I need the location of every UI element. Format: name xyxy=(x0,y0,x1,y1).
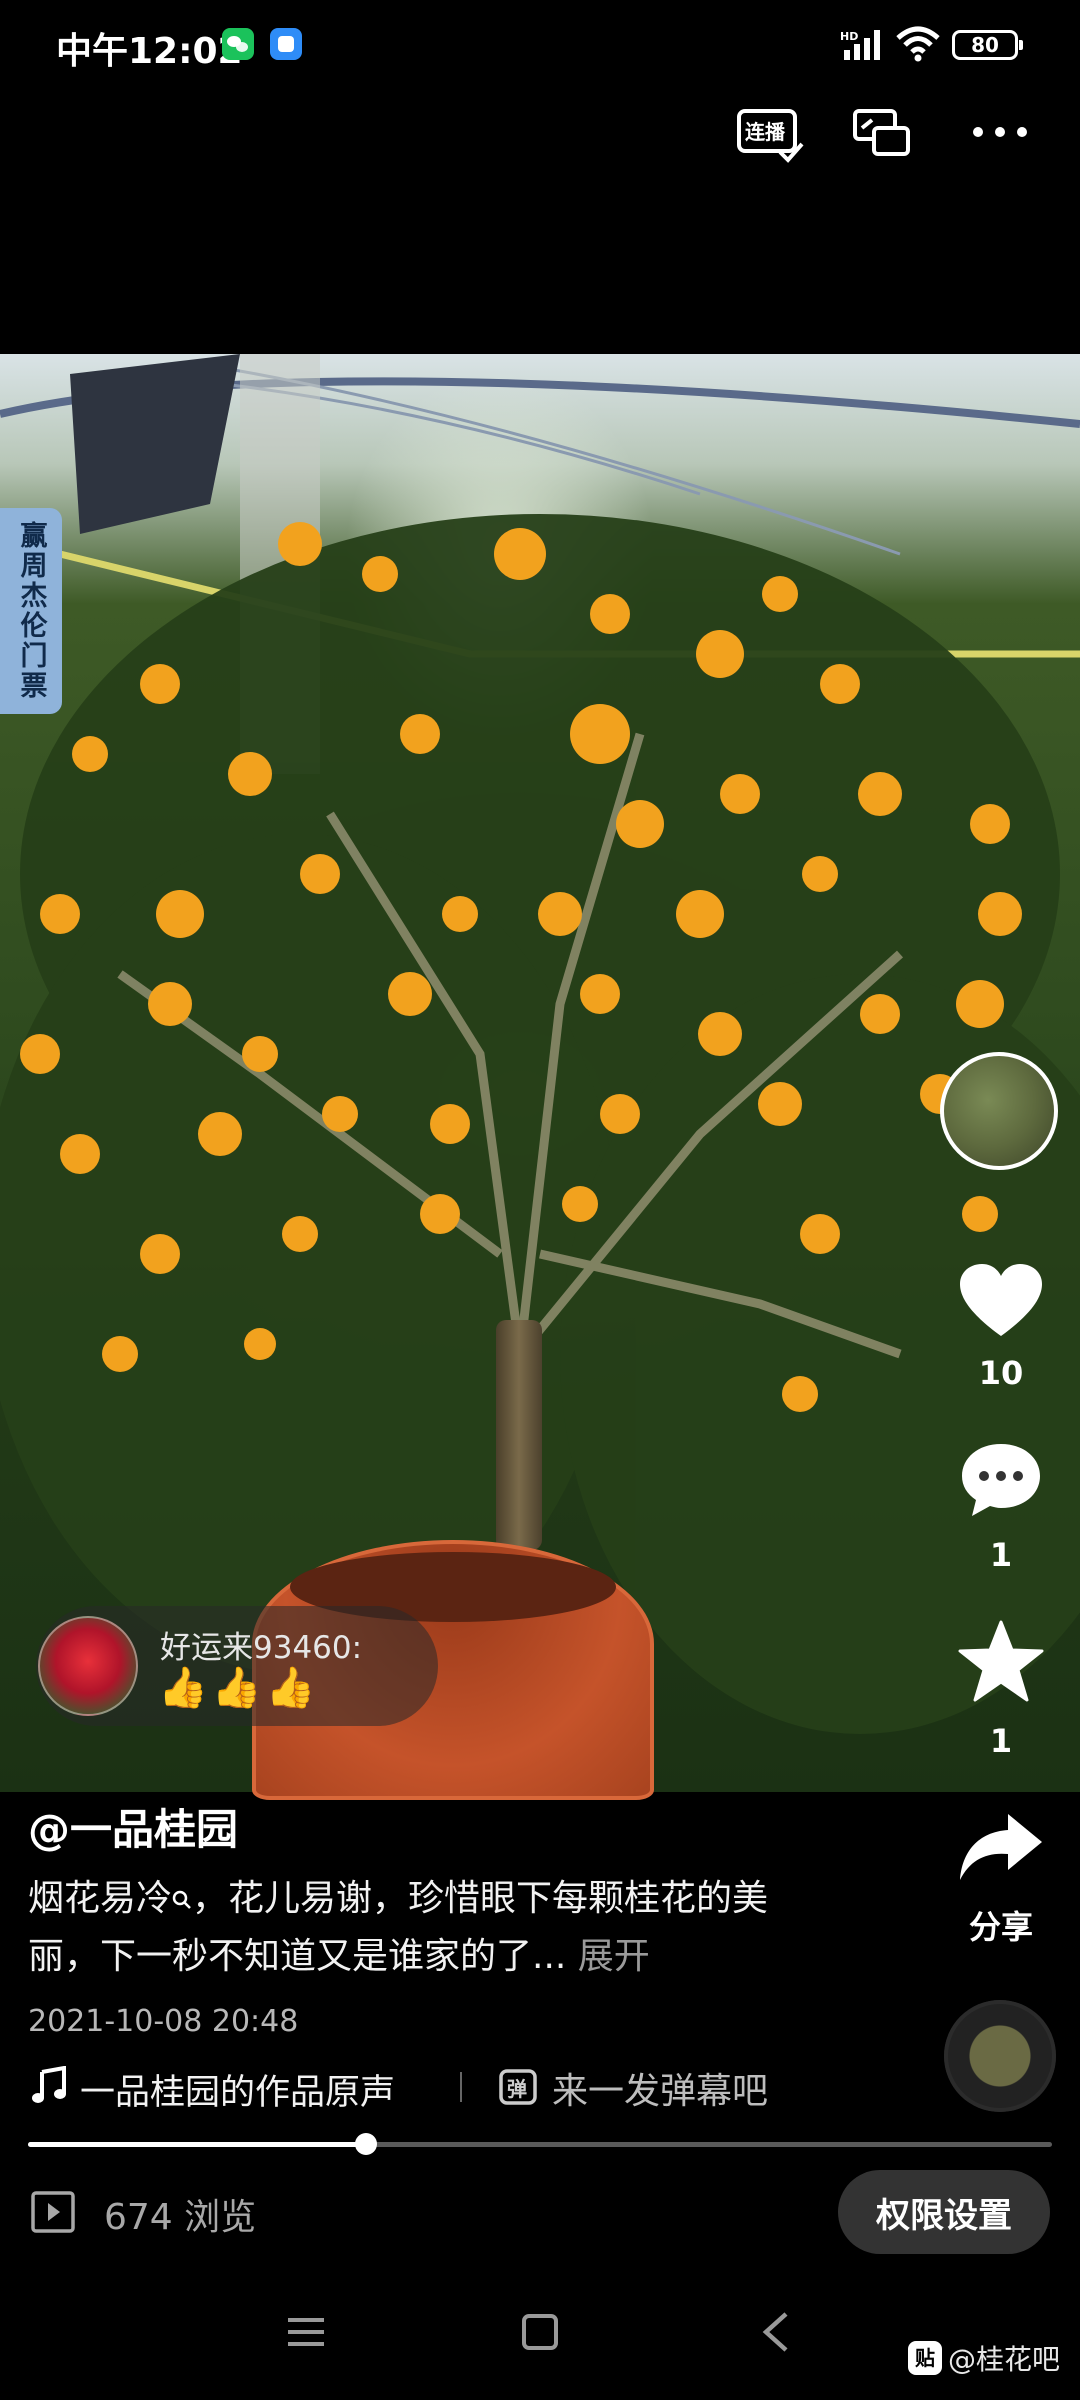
back-icon[interactable] xyxy=(758,2310,794,2354)
post-caption: 烟花易冷 ，花儿易谢，珍惜眼下每颗桂花的美丽，下一秒不知道又是谁家的了... 展开 xyxy=(28,1870,798,1986)
caption-search-keyword[interactable]: 烟花易冷 xyxy=(28,1878,172,1919)
progress-thumb[interactable] xyxy=(354,2133,377,2155)
svg-text:弹: 弹 xyxy=(507,2077,527,2101)
favorite-star-icon[interactable] xyxy=(958,1620,1044,1702)
screen-cast-icon xyxy=(853,109,910,156)
music-disc[interactable] xyxy=(944,2000,1056,2112)
promo-badge[interactable]: 赢周杰伦门票 xyxy=(0,508,62,714)
battery-level: 80 xyxy=(971,33,999,57)
progress-fill xyxy=(28,2142,366,2147)
autoplay-icon: 连播 xyxy=(737,109,804,163)
cast-button[interactable] xyxy=(852,108,912,158)
divider xyxy=(460,2072,462,2102)
views-count: 674 浏览 xyxy=(104,2197,257,2238)
home-icon[interactable] xyxy=(520,2312,560,2352)
comment-count: 1 xyxy=(989,1536,1013,1574)
battery-indicator: 80 xyxy=(952,30,1023,60)
message-notification-icon xyxy=(270,28,302,60)
autoplay-button[interactable]: 连播 xyxy=(736,108,806,164)
like-count: 10 xyxy=(978,1354,1024,1392)
post-timestamp: 2021-10-08 20:48 xyxy=(28,2004,299,2039)
more-options-button[interactable] xyxy=(968,110,1032,154)
watermark-text: @桂花吧 xyxy=(948,2343,1061,2376)
danmaku-username: 好运来93460: xyxy=(160,1630,363,1666)
wifi-icon xyxy=(896,26,940,62)
network-type-label: HD xyxy=(840,30,858,43)
status-time: 中午12:02 xyxy=(56,31,243,72)
search-icon[interactable] xyxy=(172,1890,192,1910)
expand-caption-link[interactable]: 展开 xyxy=(578,1936,650,1977)
comment-icon[interactable] xyxy=(958,1440,1044,1520)
music-title[interactable]: 一品桂园的作品原声 xyxy=(80,2064,426,2115)
play-views-icon xyxy=(31,2191,75,2233)
permission-settings-button[interactable]: 权限设置 xyxy=(838,2170,1050,2254)
danmaku-user-avatar xyxy=(38,1616,138,1716)
tree-trunk-image xyxy=(496,1320,542,1550)
autoplay-label: 连播 xyxy=(745,120,786,144)
share-label[interactable]: 分享 xyxy=(950,1902,1052,1948)
like-heart-icon[interactable] xyxy=(958,1262,1044,1340)
cellular-signal-icon: HD xyxy=(840,30,880,60)
more-icon xyxy=(973,127,1027,137)
watermark: 贴 @桂花吧 xyxy=(908,2338,1060,2378)
wechat-notification-icon xyxy=(222,28,254,60)
music-note-icon xyxy=(32,2066,66,2103)
danmaku-message: 👍👍👍 xyxy=(158,1665,320,1711)
danmaku-input[interactable]: 来一发弹幕吧 xyxy=(552,2062,768,2114)
menu-icon[interactable] xyxy=(286,2314,326,2350)
share-arrow-icon[interactable] xyxy=(958,1812,1044,1884)
tieba-logo-icon: 贴 xyxy=(908,2341,942,2375)
author-avatar[interactable] xyxy=(940,1052,1058,1170)
danmaku-icon[interactable]: 弹 xyxy=(498,2068,538,2108)
author-name[interactable]: @一品桂园 xyxy=(28,1796,238,1857)
favorite-count: 1 xyxy=(989,1722,1013,1760)
